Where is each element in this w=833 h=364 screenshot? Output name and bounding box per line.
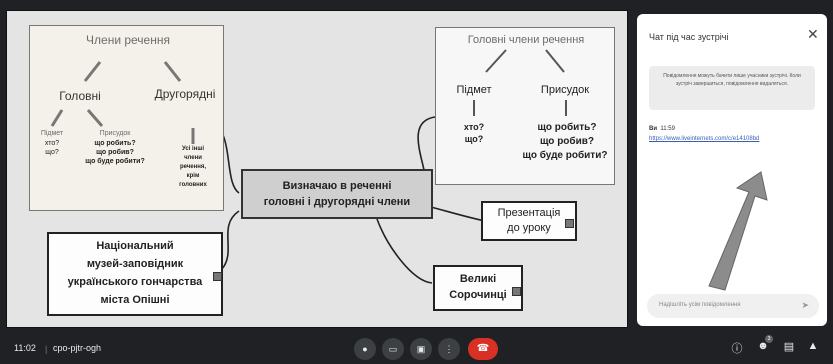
hangup-icon[interactable]: ☎ xyxy=(468,338,498,360)
chat-panel: Чат під час зустрічі ✕ Повідомлення можу… xyxy=(637,14,827,326)
meet-window: Члени речення Головні Другорядні Підмет … xyxy=(0,0,833,364)
presentation-line1: Презентація xyxy=(497,207,561,219)
right-predicate-label: Присудок xyxy=(540,84,590,96)
annotation-arrow xyxy=(708,171,768,291)
send-icon[interactable]: ➤ xyxy=(801,300,809,311)
right-predicate-q2: що робив? xyxy=(540,136,594,147)
museum-line1: Національний xyxy=(96,240,174,252)
subject-q1: хто? xyxy=(44,140,60,147)
secondary-members-label: Другорядні xyxy=(154,87,216,101)
present-icon[interactable]: ▣ xyxy=(410,338,432,360)
meeting-code: cpo-pjtr-ogh xyxy=(53,343,102,353)
predicate-q1: що робить? xyxy=(94,140,136,147)
museum-line2: музей-заповідник xyxy=(86,258,184,270)
meeting-time: 11:02 xyxy=(14,343,36,353)
right-subject-q1: хто? xyxy=(463,122,485,132)
message-header: Ви 11:59 xyxy=(649,126,675,132)
right-predicate-q3: що буде робити? xyxy=(522,150,608,161)
people-count-badge: 3 xyxy=(765,335,773,343)
camera-icon[interactable]: ▭ xyxy=(382,338,404,360)
attachment-icon[interactable] xyxy=(213,272,222,281)
chat-input-placeholder: Надішліть усім повідомлення xyxy=(659,302,741,308)
secondary-desc-5: головних xyxy=(179,182,207,188)
close-icon[interactable]: ✕ xyxy=(807,26,819,43)
subject-q2: що? xyxy=(45,149,59,156)
secondary-desc-3: речення, xyxy=(179,164,207,170)
secondary-desc-2: члени xyxy=(184,155,202,161)
mindmap-members: Члени речення Головні Другорядні Підмет … xyxy=(29,25,224,211)
right-mindmap-title: Головні члени речення xyxy=(467,34,585,46)
main-members-label: Головні xyxy=(59,89,101,103)
subject-label: Підмет xyxy=(40,130,64,137)
mic-icon[interactable]: ● xyxy=(354,338,376,360)
right-predicate-q1: що робить? xyxy=(537,122,597,133)
village-node[interactable]: Великі Сорочинці xyxy=(433,265,523,311)
central-topic-line2: головні і другорядні члени xyxy=(263,196,411,208)
sender-name: Ви xyxy=(649,126,658,132)
secondary-desc-4: крім xyxy=(186,173,200,179)
chat-title: Чат під час зустрічі xyxy=(649,32,729,42)
info-icon[interactable]: ⓘ xyxy=(730,340,744,356)
shared-presentation: Члени речення Головні Другорядні Підмет … xyxy=(6,10,628,328)
secondary-desc-1: Усі інші xyxy=(182,146,204,152)
attachment-icon[interactable] xyxy=(565,219,574,228)
more-icon[interactable]: ⋮ xyxy=(438,338,460,360)
museum-node[interactable]: Національний музей-заповідник українсько… xyxy=(47,232,223,316)
museum-line4: міста Опішні xyxy=(100,294,170,306)
message-link[interactable]: https://www.liveinternets.com/c/e14108bd xyxy=(649,136,759,142)
meeting-controls-bar: 11:02 | cpo-pjtr-ogh ● ▭ ▣ ⋮ ☎ ⓘ ☻ 3 ▤ ▲ xyxy=(0,334,833,364)
predicate-label: Присудок xyxy=(99,130,131,137)
museum-line3: українського гончарства xyxy=(67,276,203,288)
mindmap-title: Члени речення xyxy=(86,33,170,47)
divider: | xyxy=(45,344,48,354)
presentation-node[interactable]: Презентація до уроку xyxy=(481,201,577,241)
right-subject-q2: що? xyxy=(464,134,484,144)
predicate-q3: що буде робити? xyxy=(85,158,145,165)
village-line2: Сорочинці xyxy=(449,289,507,301)
chat-icon[interactable]: ▤ xyxy=(782,340,796,353)
central-topic: Визначаю в реченні головні і другорядні … xyxy=(241,169,433,219)
presentation-line2: до уроку xyxy=(507,222,551,234)
mindmap-main-members: Головні члени речення Підмет Присудок хт… xyxy=(435,27,615,185)
right-subject-label: Підмет xyxy=(456,84,492,96)
central-topic-line1: Визначаю в реченні xyxy=(282,180,392,192)
chat-notice: Повідомлення можуть бачити лише учасники… xyxy=(649,66,815,110)
message-time: 11:59 xyxy=(660,126,675,132)
chat-message-input[interactable]: Надішліть усім повідомлення ➤ xyxy=(647,294,819,318)
activities-icon[interactable]: ▲ xyxy=(806,340,820,352)
attachment-icon[interactable] xyxy=(512,287,521,296)
predicate-q2: що робив? xyxy=(96,149,134,156)
village-line1: Великі xyxy=(459,273,497,285)
